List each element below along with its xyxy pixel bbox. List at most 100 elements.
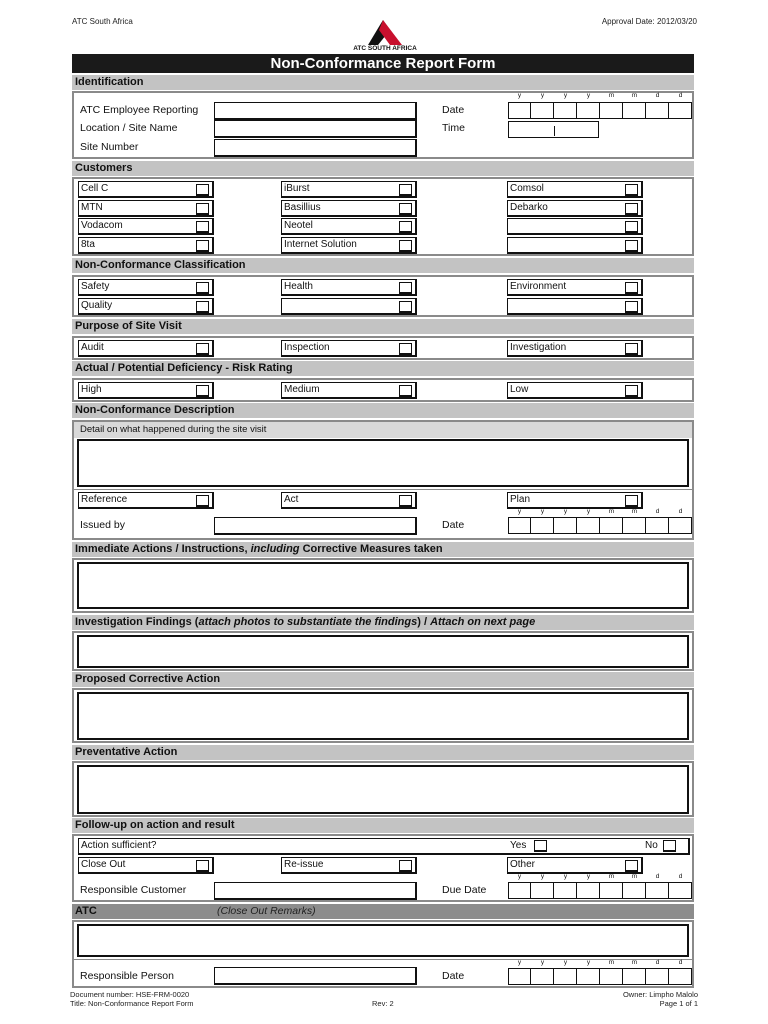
action-sufficient-row: Action sufficient? (78, 838, 690, 855)
class-safety[interactable]: Safety (78, 279, 214, 296)
section-preventative: Preventative Action (72, 745, 694, 760)
checkbox[interactable] (625, 184, 638, 196)
customer-8ta[interactable]: 8ta (78, 237, 214, 254)
divider (74, 489, 692, 490)
checkbox[interactable] (196, 385, 209, 397)
checkbox[interactable] (399, 221, 412, 233)
desc-reference[interactable]: Reference (78, 492, 214, 509)
atc-remarks-textarea[interactable] (77, 924, 689, 957)
desc-act[interactable]: Act (281, 492, 417, 509)
close-out-remarks-label: (Close Out Remarks) (217, 905, 316, 917)
customer-neotel[interactable]: Neotel (281, 218, 417, 235)
checkbox[interactable] (625, 301, 638, 313)
class-health[interactable]: Health (281, 279, 417, 296)
class-blank-1[interactable] (281, 298, 417, 315)
date-labels: yyyymmdd (517, 873, 683, 880)
checkbox[interactable] (196, 221, 209, 233)
customer-iburst[interactable]: iBurst (281, 181, 417, 198)
date-labels: yyyymmdd (517, 92, 683, 99)
site-number-input[interactable] (214, 139, 417, 157)
risk-high[interactable]: High (78, 382, 214, 399)
section-risk: Actual / Potential Deficiency - Risk Rat… (72, 361, 694, 376)
time-label: Time (442, 122, 465, 134)
employee-input[interactable] (214, 102, 417, 120)
preventative-textarea[interactable] (77, 765, 689, 814)
checkbox[interactable] (399, 184, 412, 196)
checkbox[interactable] (196, 860, 209, 872)
logo-text: ATC SOUTH AFRICA (353, 45, 417, 52)
issued-date-input[interactable] (508, 517, 692, 534)
checkbox[interactable] (625, 221, 638, 233)
checkbox[interactable] (625, 343, 638, 355)
class-environment[interactable]: Environment (507, 279, 643, 296)
checkbox[interactable] (196, 301, 209, 313)
followup-reissue[interactable]: Re-issue (281, 857, 417, 874)
location-input[interactable] (214, 120, 417, 138)
customer-basillius[interactable]: Basillius (281, 200, 417, 217)
location-label: Location / Site Name (80, 122, 178, 134)
checkbox[interactable] (399, 301, 412, 313)
proposed-textarea[interactable] (77, 692, 689, 740)
doc-title: Title: Non-Conformance Report Form (70, 999, 194, 1008)
checkbox[interactable] (625, 385, 638, 397)
checkbox[interactable] (399, 495, 412, 507)
customer-cell-c[interactable]: Cell C (78, 181, 214, 198)
checkbox[interactable] (625, 203, 638, 215)
revision: Rev: 2 (372, 999, 394, 1008)
risk-medium[interactable]: Medium (281, 382, 417, 399)
immediate-textarea[interactable] (77, 562, 689, 609)
customer-blank-1[interactable] (507, 218, 643, 235)
page-title: Non-Conformance Report Form (72, 54, 694, 73)
issued-by-input[interactable] (214, 517, 417, 535)
issued-date-label: Date (442, 519, 465, 531)
yes-checkbox[interactable] (534, 840, 547, 852)
checkbox[interactable] (399, 343, 412, 355)
purpose-inspection[interactable]: Inspection (281, 340, 417, 357)
purpose-investigation[interactable]: Investigation (507, 340, 643, 357)
atc-date-label: Date (442, 970, 465, 982)
checkbox[interactable] (625, 282, 638, 294)
section-identification: Identification (72, 75, 694, 90)
customer-debarko[interactable]: Debarko (507, 200, 643, 217)
customer-blank-2[interactable] (507, 237, 643, 254)
issued-by-label: Issued by (80, 519, 125, 531)
checkbox[interactable] (399, 203, 412, 215)
checkbox[interactable] (399, 860, 412, 872)
checkbox[interactable] (196, 282, 209, 294)
description-textarea[interactable] (77, 439, 689, 487)
purpose-audit[interactable]: Audit (78, 340, 214, 357)
responsible-customer-input[interactable] (214, 882, 417, 900)
customer-mtn[interactable]: MTN (78, 200, 214, 217)
checkbox[interactable] (399, 385, 412, 397)
checkbox[interactable] (399, 240, 412, 252)
desc-plan[interactable]: Plan (507, 492, 643, 509)
customer-comsol[interactable]: Comsol (507, 181, 643, 198)
checkbox[interactable] (625, 860, 638, 872)
checkbox[interactable] (625, 495, 638, 507)
investigation-textarea[interactable] (77, 635, 689, 668)
checkbox[interactable] (196, 343, 209, 355)
customer-internet-solution[interactable]: Internet Solution (281, 237, 417, 254)
due-date-input[interactable] (508, 882, 692, 899)
checkbox[interactable] (196, 240, 209, 252)
checkbox[interactable] (625, 240, 638, 252)
section-classification: Non-Conformance Classification (72, 258, 694, 273)
time-input[interactable] (508, 121, 599, 138)
class-blank-2[interactable] (507, 298, 643, 315)
followup-other[interactable]: Other (507, 857, 643, 874)
checkbox[interactable] (196, 495, 209, 507)
atc-date-input[interactable] (508, 968, 692, 985)
responsible-person-input[interactable] (214, 967, 417, 985)
class-quality[interactable]: Quality (78, 298, 214, 315)
section-atc: ATC (72, 904, 694, 919)
followup-close-out[interactable]: Close Out (78, 857, 214, 874)
customer-vodacom[interactable]: Vodacom (78, 218, 214, 235)
approval-date: Approval Date: 2012/03/20 (601, 17, 697, 26)
checkbox[interactable] (196, 203, 209, 215)
checkbox[interactable] (399, 282, 412, 294)
section-purpose: Purpose of Site Visit (72, 319, 694, 334)
checkbox[interactable] (196, 184, 209, 196)
no-checkbox[interactable] (663, 840, 676, 852)
date-input[interactable] (508, 102, 692, 119)
risk-low[interactable]: Low (507, 382, 643, 399)
